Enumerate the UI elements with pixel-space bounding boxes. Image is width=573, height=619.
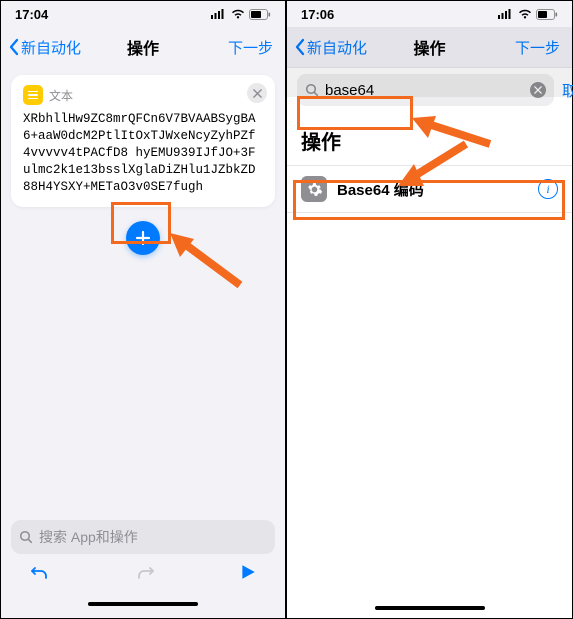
signal-icon [498,9,514,19]
search-input[interactable] [325,82,524,99]
nav-bar: 新自动化 操作 下一步 [1,27,285,67]
undo-icon [29,561,51,583]
nav-back-label: 新自动化 [307,37,367,58]
run-button[interactable] [239,563,257,586]
nav-next[interactable]: 下一步 [228,37,273,58]
play-icon [239,563,257,581]
status-bar: 17:06 [287,1,572,27]
search-icon [305,83,319,97]
home-indicator [287,598,572,618]
status-icons [498,9,558,20]
status-time: 17:06 [301,7,334,22]
toolbar [11,554,275,594]
wifi-icon [231,9,245,19]
home-indicator [11,594,275,614]
nav-back[interactable]: 新自动化 [293,37,367,58]
text-action-content[interactable]: XRbhllHw9ZC8mrQFCn6V7BVAABSygBA6+aaW0dcM… [23,111,263,195]
blank-area [287,213,572,598]
close-icon [253,89,262,98]
search-icon [19,530,33,544]
wifi-icon [518,9,532,19]
redo-button[interactable] [134,561,156,588]
search-bar[interactable]: 搜索 App和操作 [11,520,275,554]
add-action-button[interactable] [126,221,160,255]
plus-icon [135,230,151,246]
left-phone: 17:04 新自动化 操作 下一步 文本 [0,0,286,619]
gear-icon [301,176,327,202]
close-icon [534,86,542,94]
chevron-left-icon [7,38,21,56]
result-row-base64[interactable]: Base64 编码 i [287,166,572,213]
right-phone: 17:06 新自动化 操作 下一步 取消 [286,0,573,619]
undo-button[interactable] [29,561,51,588]
status-icons [211,9,271,20]
cancel-search-button[interactable]: 取消 [562,80,573,101]
status-bar: 17:04 [1,1,285,27]
info-button[interactable]: i [538,179,558,199]
battery-icon [249,9,271,20]
chevron-left-icon [293,38,307,56]
footer: 搜索 App和操作 [1,514,285,618]
search-field[interactable] [297,74,554,106]
status-time: 17:04 [15,7,48,22]
nav-back[interactable]: 新自动化 [7,37,81,58]
redo-icon [134,561,156,583]
search-row: 取消 [287,67,572,114]
nav-back-label: 新自动化 [21,37,81,58]
result-label: Base64 编码 [337,179,528,200]
section-title: 操作 [287,114,572,165]
signal-icon [211,9,227,19]
delete-action-button[interactable] [247,83,267,103]
clear-search-button[interactable] [530,82,546,98]
text-action-card[interactable]: 文本 XRbhllHw9ZC8mrQFCn6V7BVAABSygBA6+aaW0… [11,75,275,207]
editor-area: 文本 XRbhllHw9ZC8mrQFCn6V7BVAABSygBA6+aaW0… [1,67,285,514]
nav-next[interactable]: 下一步 [515,37,560,58]
battery-icon [536,9,558,20]
result-list: Base64 编码 i [287,165,572,213]
text-action-label: 文本 [49,87,73,104]
search-placeholder: 搜索 App和操作 [39,527,138,547]
nav-bar: 新自动化 操作 下一步 [287,27,572,67]
text-action-icon [23,85,43,105]
